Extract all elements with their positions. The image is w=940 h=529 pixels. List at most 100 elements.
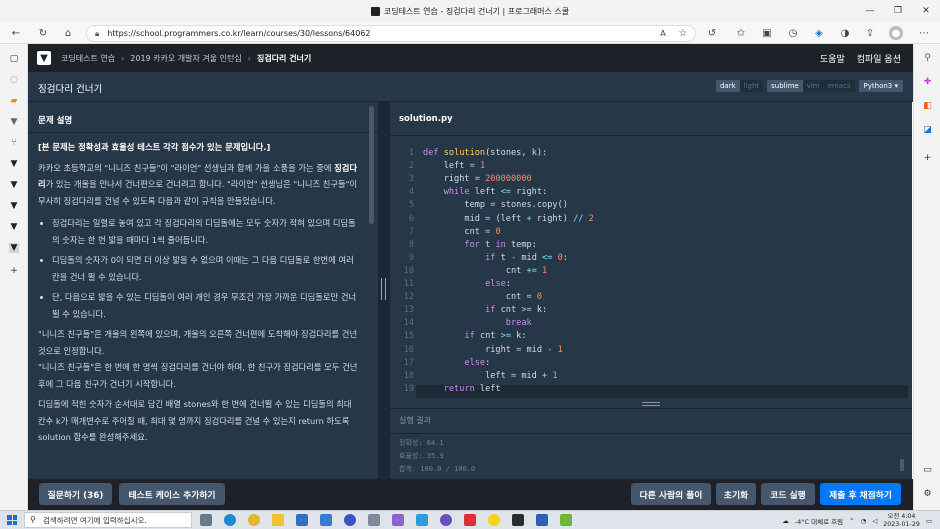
app-icon[interactable]: [368, 514, 380, 526]
drag-handle-icon: [642, 402, 660, 406]
result-scrollbar[interactable]: [900, 459, 904, 471]
windows-start-icon[interactable]: [7, 515, 17, 525]
favorites-icon[interactable]: ✩: [734, 26, 748, 40]
app-icon[interactable]: [416, 514, 428, 526]
code-line: while left <= right:: [443, 187, 548, 198]
tab-programmers-icon[interactable]: ▼: [9, 201, 19, 211]
refresh-icon[interactable]: ↻: [36, 26, 50, 40]
tab-programmers-icon[interactable]: ▼: [9, 180, 19, 190]
home-icon[interactable]: ⌂: [61, 26, 75, 40]
tab-favicon-icon[interactable]: ⑂: [9, 138, 19, 148]
questions-button[interactable]: 질문하기 (36): [39, 483, 112, 505]
tab-favicon-icon[interactable]: ◌: [9, 75, 19, 85]
breadcrumb-item-current: 징검다리 건너기: [256, 53, 312, 63]
app-icon[interactable]: [440, 514, 452, 526]
search-icon[interactable]: ⚲: [922, 52, 933, 63]
task-view-icon[interactable]: [200, 514, 212, 526]
word-app-icon[interactable]: [536, 514, 548, 526]
tab-favicon-icon[interactable]: ▰: [9, 96, 19, 106]
close-button[interactable]: ✕: [912, 0, 940, 22]
network-icon[interactable]: ◔: [861, 517, 867, 525]
file-explorer-icon[interactable]: [272, 514, 284, 526]
kakaotalk-app-icon[interactable]: [488, 514, 500, 526]
volume-icon[interactable]: ◁: [872, 517, 877, 525]
language-select[interactable]: Python3 ▾: [858, 80, 903, 92]
theme-toggle: dark light: [715, 80, 764, 92]
code-line: mid = (left + right) // 2: [423, 213, 594, 224]
address-bar[interactable]: 🔒︎ https://school.programmers.co.kr/lear…: [86, 25, 696, 42]
editor-filename: solution.py: [399, 114, 453, 124]
line-number: 14: [403, 318, 414, 329]
minimize-button[interactable]: —: [856, 0, 884, 22]
breadcrumb-item-kakao-internship[interactable]: 2019 카카오 개발자 겨울 인턴십: [130, 53, 242, 64]
extension-icon[interactable]: ◈: [812, 26, 826, 40]
weather-icon[interactable]: ☁: [782, 517, 789, 525]
sidebar-layout-icon[interactable]: ▭: [922, 464, 933, 475]
chrome-app-icon[interactable]: [248, 514, 260, 526]
site-favicon-icon: [370, 6, 380, 16]
code-line: else:: [485, 279, 511, 289]
line-number: 6: [408, 213, 414, 224]
keymap-emacs-option[interactable]: emacs: [824, 80, 855, 92]
edge-app-icon[interactable]: [224, 514, 236, 526]
back-icon[interactable]: ←: [9, 26, 23, 40]
app-icon[interactable]: [344, 514, 356, 526]
outlook-icon[interactable]: ◪: [922, 124, 933, 135]
compile-options-link[interactable]: 컴파일 옵션: [857, 52, 901, 65]
add-test-case-button[interactable]: 테스트 케이스 추가하기: [119, 483, 225, 505]
favorite-star-icon[interactable]: ☆: [676, 26, 690, 40]
theme-dark-option[interactable]: dark: [715, 80, 740, 92]
keymap-vim-option[interactable]: vim: [803, 80, 824, 92]
tools-icon[interactable]: ✚: [922, 76, 933, 87]
keymap-sublime-option[interactable]: sublime: [767, 80, 803, 92]
tab-favicon-icon[interactable]: ▼: [9, 117, 19, 127]
maximize-button[interactable]: ❐: [884, 0, 912, 22]
code-line: temp = stones.copy(): [423, 200, 568, 211]
divider: [390, 433, 912, 434]
description-paragraph: "니니즈 친구들"은 개울의 왼쪽에 있으며, 개울의 오른쪽 건너편에 도착해…: [38, 329, 358, 356]
notification-icon[interactable]: ▭: [926, 517, 932, 525]
editor-output-resize-handle[interactable]: [390, 400, 912, 408]
add-sidebar-app-icon[interactable]: +: [922, 152, 933, 163]
panel-resize-handle[interactable]: [378, 102, 390, 479]
new-tab-icon[interactable]: +: [9, 266, 19, 276]
settings-gear-icon[interactable]: ⚙: [922, 488, 933, 499]
collections-icon[interactable]: ▣: [760, 26, 774, 40]
performance-icon[interactable]: ◑: [838, 26, 852, 40]
weather-text[interactable]: -4°C 대체로 흐림: [795, 516, 843, 526]
tab-programmers-active-icon[interactable]: ▼: [9, 243, 19, 253]
others-solutions-button[interactable]: 다른 사람의 풀이: [631, 483, 711, 505]
breadcrumb-item-coding-test[interactable]: 코딩테스트 연습: [61, 53, 115, 64]
app-icon[interactable]: [464, 514, 476, 526]
sync-icon[interactable]: ↺: [705, 26, 719, 40]
taskbar-search-input[interactable]: ⚲ 검색하려면 여기에 입력하십시오.: [24, 512, 192, 528]
code-line: cnt += 1: [423, 265, 548, 276]
code-editor[interactable]: 1 2 3 4 5 6 7 8 9 10 11 12 13 14 15 16 17 18 19 def soluti…: [390, 136, 912, 400]
code-line: else:: [464, 357, 491, 368]
app-icon[interactable]: [392, 514, 404, 526]
theme-light-option[interactable]: light: [740, 80, 764, 92]
office-icon[interactable]: ◧: [922, 100, 933, 111]
more-menu-icon[interactable]: ⋯: [917, 26, 931, 40]
clock[interactable]: 오전 4:04 2023-01-29: [883, 513, 920, 529]
description-scrollbar[interactable]: [369, 106, 374, 224]
tray-chevron-icon[interactable]: ⌃: [849, 517, 854, 525]
mail-app-icon[interactable]: [320, 514, 332, 526]
tab-programmers-icon[interactable]: ▼: [9, 159, 19, 169]
tab-actions-icon[interactable]: ▢: [9, 54, 19, 64]
programmers-logo-icon[interactable]: ▼: [37, 51, 51, 65]
code-line: return left: [443, 383, 501, 394]
terminal-app-icon[interactable]: [512, 514, 524, 526]
read-aloud-icon[interactable]: A: [656, 26, 670, 40]
intro-text: [본 문제는 정확성과 효율성 테스트 각각 점수가 있는 문제입니다.]: [38, 142, 271, 152]
app-icon[interactable]: [560, 514, 572, 526]
profile-avatar-icon[interactable]: ●: [889, 26, 903, 40]
run-code-button[interactable]: 코드 실행: [761, 483, 815, 505]
share-icon[interactable]: ⇪: [863, 26, 877, 40]
tab-programmers-icon[interactable]: ▼: [9, 222, 19, 232]
history-icon[interactable]: ◷: [786, 26, 800, 40]
submit-button[interactable]: 제출 후 채점하기: [820, 483, 901, 505]
reset-button[interactable]: 초기화: [716, 483, 756, 505]
store-app-icon[interactable]: [296, 514, 308, 526]
help-link[interactable]: 도움말: [820, 52, 845, 65]
